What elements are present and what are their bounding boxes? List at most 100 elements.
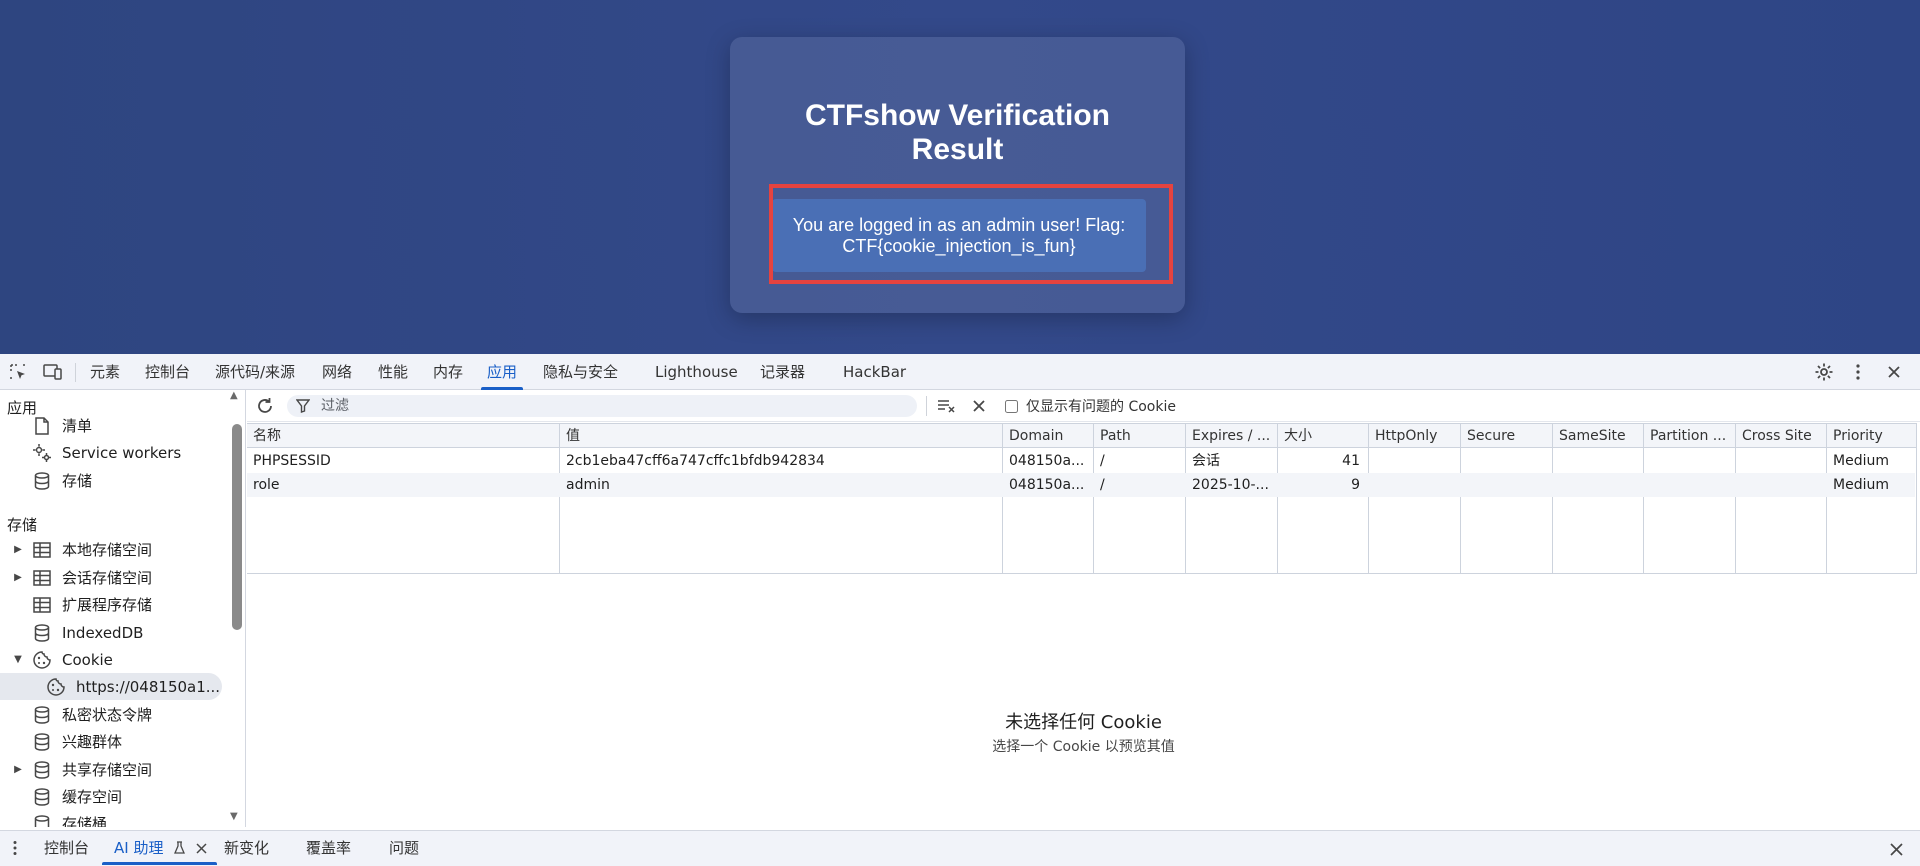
- expand-arrow-icon[interactable]: ▶: [13, 572, 23, 583]
- refresh-icon[interactable]: [255, 396, 275, 416]
- column-divider: [1460, 424, 1461, 573]
- tab-sources[interactable]: 源代码/来源: [215, 354, 295, 390]
- tab-hackbar[interactable]: HackBar: [843, 354, 906, 390]
- scroll-up-arrow-icon[interactable]: ▲: [230, 390, 238, 401]
- close-devtools-icon[interactable]: [1884, 362, 1904, 382]
- clear-filtered-cookies-icon[interactable]: [937, 396, 957, 416]
- cell-cross-site[interactable]: [1736, 473, 1826, 497]
- sidebar-item-interest-groups[interactable]: 兴趣群体: [0, 728, 222, 755]
- tab-lighthouse[interactable]: Lighthouse: [655, 354, 738, 390]
- sidebar-item-cookie-origin[interactable]: https://048150a1...: [0, 673, 222, 700]
- sidebar-item-service-workers[interactable]: Service workers: [0, 439, 222, 466]
- cell-secure[interactable]: [1461, 449, 1552, 473]
- cell-path[interactable]: /: [1094, 449, 1185, 473]
- table-icon: [32, 595, 52, 615]
- database-icon: [32, 471, 52, 491]
- column-header-domain[interactable]: Domain: [1003, 424, 1093, 448]
- column-divider: [1093, 424, 1094, 573]
- sidebar-item-storage-buckets[interactable]: 存储桶: [0, 810, 222, 827]
- sidebar-item-label: 缓存空间: [62, 788, 123, 806]
- devtools-panel: 元素 控制台 源代码/来源 网络 性能 内存 应用 隐私与安全 Lighthou…: [0, 354, 1920, 866]
- cell-domain[interactable]: 048150a...: [1003, 473, 1093, 497]
- drawer-tab-whats-new[interactable]: 新变化: [224, 831, 269, 865]
- tab-elements[interactable]: 元素: [90, 354, 120, 390]
- scroll-down-arrow-icon[interactable]: ▼: [230, 811, 238, 822]
- column-header-samesite[interactable]: SameSite: [1553, 424, 1643, 448]
- cell-cross-site[interactable]: [1736, 449, 1826, 473]
- tab-memory[interactable]: 内存: [433, 354, 463, 390]
- cell-samesite[interactable]: [1553, 449, 1643, 473]
- only-issues-checkbox[interactable]: [1005, 399, 1018, 413]
- column-header-partition-key[interactable]: Partition ...: [1644, 424, 1735, 448]
- cell-path[interactable]: /: [1094, 473, 1185, 497]
- database-icon: [32, 760, 52, 780]
- cell-name[interactable]: role: [247, 473, 559, 497]
- drawer-tab-coverage[interactable]: 覆盖率: [306, 831, 351, 865]
- sidebar-item-shared-storage[interactable]: ▶ 共享存储空间: [0, 756, 222, 783]
- tab-network[interactable]: 网络: [322, 354, 352, 390]
- column-header-path[interactable]: Path: [1094, 424, 1185, 448]
- tab-recorder[interactable]: 记录器: [760, 354, 805, 390]
- cell-value[interactable]: 2cb1eba47cff6a747cffc1bfdb942834: [560, 449, 1002, 473]
- cell-samesite[interactable]: [1553, 473, 1643, 497]
- inspect-element-icon[interactable]: [8, 362, 28, 382]
- cell-secure[interactable]: [1461, 473, 1552, 497]
- sidebar-item-manifest[interactable]: 清单: [0, 412, 222, 439]
- cell-name[interactable]: PHPSESSID: [247, 449, 559, 473]
- sidebar-item-label: https://048150a1...: [76, 677, 221, 696]
- cell-httponly[interactable]: [1369, 449, 1460, 473]
- sidebar-scrollbar[interactable]: [232, 424, 242, 630]
- sidebar-item-private-state-tokens[interactable]: 私密状态令牌: [0, 701, 222, 728]
- cell-size[interactable]: 41: [1278, 449, 1368, 473]
- cell-size[interactable]: 9: [1278, 473, 1368, 497]
- expand-arrow-icon[interactable]: ▶: [13, 544, 23, 555]
- column-header-name[interactable]: 名称: [247, 424, 559, 448]
- sidebar-item-storage[interactable]: 存储: [0, 467, 222, 494]
- sidebar-item-indexeddb[interactable]: IndexedDB: [0, 619, 222, 646]
- sidebar-item-session-storage[interactable]: ▶ 会话存储空间: [0, 564, 222, 591]
- cell-priority[interactable]: Medium: [1827, 473, 1916, 497]
- close-drawer-icon[interactable]: [1890, 842, 1903, 860]
- drawer-tab-ai-assistance[interactable]: AI 助理: [101, 831, 218, 866]
- column-header-secure[interactable]: Secure: [1461, 424, 1552, 448]
- cookie-filter-input[interactable]: [287, 395, 917, 417]
- cell-priority[interactable]: Medium: [1827, 449, 1916, 473]
- tab-performance[interactable]: 性能: [378, 354, 408, 390]
- clear-all-cookies-icon[interactable]: [969, 396, 989, 416]
- device-toggle-icon[interactable]: [43, 362, 63, 382]
- sidebar-item-cookie[interactable]: ▼ Cookie: [0, 646, 222, 673]
- column-header-cross-site[interactable]: Cross Site: [1736, 424, 1826, 448]
- cell-httponly[interactable]: [1369, 473, 1460, 497]
- only-issues-checkbox-label[interactable]: 仅显示有问题的 Cookie: [1005, 396, 1176, 416]
- column-divider: [1826, 424, 1827, 573]
- cell-domain[interactable]: 048150a...: [1003, 449, 1093, 473]
- collapse-arrow-icon[interactable]: ▼: [13, 654, 23, 665]
- drawer-tab-console[interactable]: 控制台: [44, 831, 89, 865]
- expand-arrow-icon[interactable]: ▶: [13, 764, 23, 775]
- column-header-priority[interactable]: Priority: [1827, 424, 1916, 448]
- devtools-toolbar: 元素 控制台 源代码/来源 网络 性能 内存 应用 隐私与安全 Lighthou…: [0, 354, 1920, 390]
- sidebar-item-label: 本地存储空间: [62, 541, 153, 559]
- column-header-size[interactable]: 大小: [1278, 424, 1368, 448]
- cell-value[interactable]: admin: [560, 473, 1002, 497]
- tab-privacy-security[interactable]: 隐私与安全: [543, 354, 618, 390]
- column-header-httponly[interactable]: HttpOnly: [1369, 424, 1460, 448]
- sidebar-item-local-storage[interactable]: ▶ 本地存储空间: [0, 536, 222, 563]
- cell-partition-key[interactable]: [1644, 473, 1735, 497]
- cell-partition-key[interactable]: [1644, 449, 1735, 473]
- sidebar-item-extension-storage[interactable]: 扩展程序存储: [0, 591, 222, 618]
- more-vert-icon[interactable]: [1848, 362, 1868, 382]
- column-header-value[interactable]: 值: [560, 424, 1002, 448]
- tab-console[interactable]: 控制台: [145, 354, 190, 390]
- tab-application[interactable]: 应用: [480, 354, 524, 390]
- gears-icon: [32, 443, 52, 463]
- settings-icon[interactable]: [1814, 362, 1834, 382]
- cell-expires[interactable]: 会话: [1186, 449, 1277, 473]
- cell-expires[interactable]: 2025-10-...: [1186, 473, 1277, 497]
- sidebar-item-cache-storage[interactable]: 缓存空间: [0, 783, 222, 810]
- sidebar-item-label: 会话存储空间: [62, 569, 153, 587]
- column-header-expires[interactable]: Expires / ...: [1186, 424, 1277, 448]
- drawer-menu-icon[interactable]: [12, 840, 18, 860]
- drawer-tab-issues[interactable]: 问题: [389, 831, 419, 865]
- close-tab-icon[interactable]: [196, 832, 207, 866]
